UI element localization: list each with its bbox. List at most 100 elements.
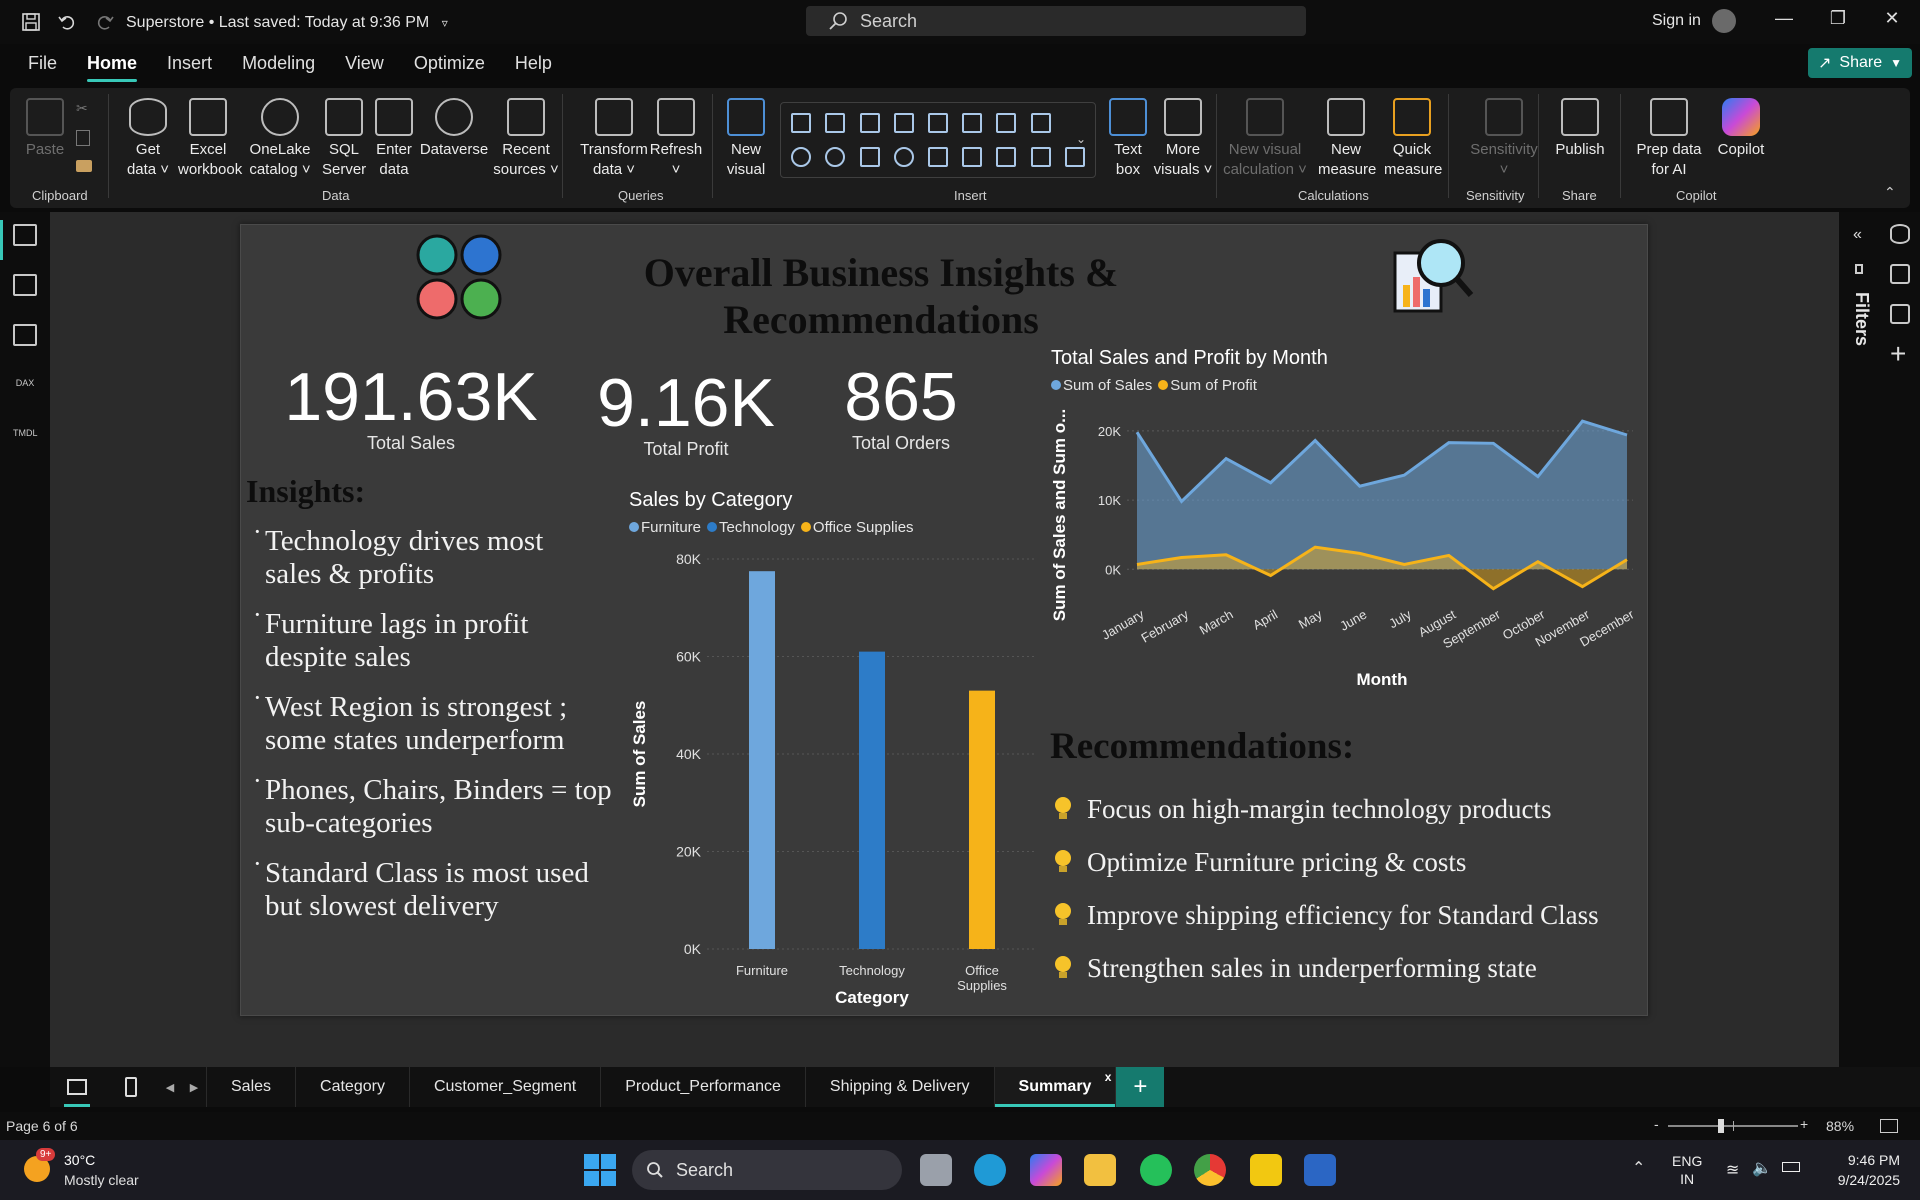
treemap-icon[interactable]	[859, 147, 880, 167]
legend-item[interactable]: Sum of Profit	[1158, 377, 1257, 394]
whatsapp-icon[interactable]	[1140, 1154, 1172, 1186]
clock[interactable]: 9:46 PM 9/24/2025	[1818, 1150, 1900, 1190]
new-visual-button[interactable]: New visual	[718, 98, 774, 180]
transform-data-button[interactable]: Transform data ˅	[570, 98, 658, 180]
zoom-slider[interactable]	[1668, 1119, 1798, 1133]
kpi-total-profit[interactable]: 9.16K Total Profit	[571, 367, 801, 460]
kpi-total-orders[interactable]: 865 Total Orders	[821, 361, 981, 454]
desktop-layout-icon[interactable]	[50, 1067, 104, 1107]
zoom-level[interactable]: 88%	[1826, 1118, 1854, 1134]
taskbar-search[interactable]: Search	[632, 1150, 902, 1190]
wifi-icon[interactable]: ≊	[1726, 1160, 1739, 1180]
start-button[interactable]	[584, 1154, 616, 1186]
visualizations-gallery[interactable]	[780, 102, 1096, 178]
copilot-button[interactable]: Copilot	[1710, 98, 1772, 160]
page-tab-sales[interactable]: Sales	[206, 1067, 297, 1107]
table-view-icon[interactable]	[13, 274, 37, 296]
dax-query-view-icon[interactable]: DAX	[13, 374, 37, 396]
pie-chart-icon[interactable]	[791, 147, 812, 167]
cut-icon[interactable]: ✂	[76, 100, 88, 117]
area-chart-icon[interactable]	[996, 113, 1017, 133]
restore-icon[interactable]: ❐	[1818, 8, 1858, 36]
word-icon[interactable]	[1304, 1154, 1336, 1186]
close-tab-icon[interactable]: x	[1105, 1070, 1112, 1084]
expand-panes-icon[interactable]: «	[1853, 226, 1862, 244]
undo-icon[interactable]	[52, 7, 82, 37]
power-bi-icon[interactable]	[1250, 1154, 1282, 1186]
battery-icon[interactable]	[1782, 1162, 1800, 1172]
page-tab-shipping-delivery[interactable]: Shipping & Delivery	[806, 1067, 995, 1107]
add-page-button[interactable]: +	[1116, 1067, 1165, 1107]
language-indicator[interactable]: ENG IN	[1672, 1152, 1702, 1188]
refresh-button[interactable]: Refresh ˅	[646, 98, 706, 180]
legend-item[interactable]: Sum of Sales	[1051, 377, 1152, 394]
multirow-card-icon[interactable]	[996, 147, 1017, 167]
zoom-out-button[interactable]: -	[1654, 1116, 1659, 1132]
ribbon-chart-icon[interactable]	[1030, 113, 1051, 133]
dataverse-button[interactable]: Dataverse	[414, 98, 494, 160]
tab-home[interactable]: Home	[87, 47, 138, 82]
tab-modeling[interactable]: Modeling	[242, 47, 315, 80]
tab-insert[interactable]: Insert	[167, 47, 212, 80]
tmdl-view-icon[interactable]: TMDL	[13, 424, 38, 446]
data-pane-icon[interactable]	[1890, 224, 1910, 244]
onelake-catalog-button[interactable]: OneLake catalog ˅	[242, 98, 318, 180]
close-icon[interactable]: ✕	[1872, 8, 1912, 36]
zoom-slider-thumb[interactable]	[1718, 1119, 1724, 1133]
tab-help[interactable]: Help	[515, 47, 552, 80]
previous-page-icon[interactable]: ◀	[158, 1067, 182, 1107]
tab-file[interactable]: File	[28, 47, 57, 80]
format-pane-icon[interactable]	[1890, 304, 1910, 324]
fit-to-page-icon[interactable]	[1880, 1119, 1898, 1133]
copy-icon[interactable]	[76, 130, 90, 146]
card-icon[interactable]	[962, 147, 983, 167]
quick-measure-button[interactable]: Quick measure	[1380, 98, 1444, 180]
weather-widget[interactable]: 9+ 30°C Mostly clear	[22, 1148, 182, 1192]
line-chart-icon[interactable]	[962, 113, 983, 133]
gauge-icon[interactable]	[927, 147, 948, 167]
tab-view[interactable]: View	[345, 47, 384, 80]
mobile-layout-icon[interactable]	[104, 1067, 158, 1107]
add-pane-icon[interactable]: +	[1890, 338, 1906, 370]
publish-button[interactable]: Publish	[1550, 98, 1610, 160]
excel-workbook-button[interactable]: Excel workbook	[172, 98, 244, 180]
get-data-button[interactable]: Get data ˅	[120, 98, 176, 180]
save-icon[interactable]	[16, 7, 46, 37]
recent-sources-button[interactable]: Recent sources ˅	[488, 98, 564, 180]
gallery-expand-icon[interactable]: ⌄	[1076, 132, 1086, 146]
next-page-icon[interactable]: ▶	[182, 1067, 206, 1107]
sign-in-link[interactable]: Sign in	[1652, 12, 1701, 30]
filters-pane[interactable]: « Filters	[1838, 212, 1878, 1067]
table-visual-icon[interactable]	[1030, 147, 1051, 167]
sales-profit-by-month-chart[interactable]: Total Sales and Profit by Month Sum of S…	[1049, 347, 1645, 727]
search-input[interactable]: Search	[806, 6, 1306, 36]
sales-by-category-chart[interactable]: Sales by Category Furniture Technology O…	[627, 489, 1047, 1009]
text-box-button[interactable]: Text box	[1102, 98, 1154, 180]
filters-label[interactable]: Filters	[1851, 292, 1872, 346]
sql-server-button[interactable]: SQL Server	[316, 98, 372, 180]
gallery-more-icon[interactable]	[1065, 113, 1085, 133]
page-tab-customer-segment[interactable]: Customer_Segment	[410, 1067, 602, 1107]
document-title[interactable]: Superstore • Last saved: Today at 9:36 P…	[126, 14, 448, 32]
clustered-bar-icon[interactable]	[859, 113, 880, 133]
kpi-total-sales[interactable]: 191.63K Total Sales	[261, 361, 561, 454]
tab-optimize[interactable]: Optimize	[414, 47, 485, 80]
chrome-icon[interactable]	[1194, 1154, 1226, 1186]
new-visual-calculation-button[interactable]: New visual calculation ˅	[1220, 98, 1310, 180]
donut-chart-icon[interactable]	[825, 147, 846, 167]
task-view-icon[interactable]	[920, 1154, 952, 1186]
paste-button[interactable]: Paste	[20, 98, 70, 160]
page-tab-product-performance[interactable]: Product_Performance	[601, 1067, 806, 1107]
prep-data-for-ai-button[interactable]: Prep data for AI	[1624, 98, 1714, 180]
line-column-icon[interactable]	[927, 113, 948, 133]
redo-icon[interactable]	[90, 7, 120, 37]
matrix-icon[interactable]	[1064, 147, 1085, 167]
report-view-icon[interactable]	[13, 224, 37, 246]
more-visuals-button[interactable]: More visuals ˅	[1150, 98, 1216, 180]
model-view-icon[interactable]	[13, 324, 37, 346]
minimize-icon[interactable]: —	[1764, 8, 1804, 36]
collapse-ribbon-icon[interactable]: ⌃	[1884, 184, 1896, 201]
visualizations-pane-icon[interactable]	[1890, 264, 1910, 284]
sensitivity-button[interactable]: Sensitivity ˅	[1454, 98, 1554, 180]
new-measure-button[interactable]: New measure	[1314, 98, 1378, 180]
